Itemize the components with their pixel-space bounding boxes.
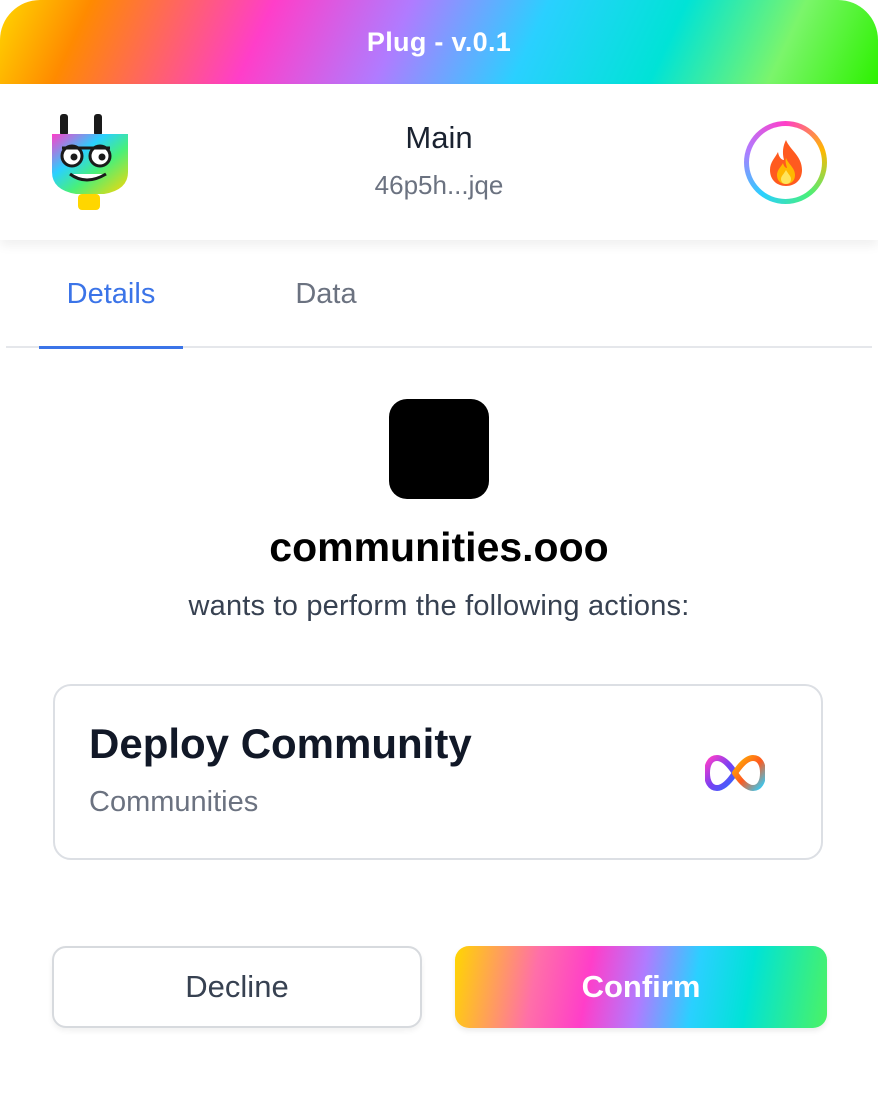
site-icon — [389, 399, 489, 499]
account-header: Main 46p5h...jqe — [0, 84, 878, 240]
action-subtitle: Communities — [89, 786, 259, 818]
action-title: Deploy Community — [89, 720, 472, 767]
confirm-button[interactable]: Confirm — [455, 946, 827, 1028]
avatar[interactable] — [744, 121, 827, 204]
tab-bar: Details Data — [6, 258, 872, 349]
infinity-icon — [705, 754, 765, 792]
window-title: Plug - v.0.1 — [366, 26, 512, 57]
tab-details[interactable]: Details — [39, 278, 183, 349]
action-card: Deploy Community Communities — [53, 684, 823, 860]
fire-emoji-icon — [769, 139, 802, 186]
decline-button[interactable]: Decline — [52, 946, 422, 1028]
plug-window: Plug - v.0.1 Main 46p5h...jqe Details Da… — [0, 0, 878, 1093]
tab-data[interactable]: Data — [254, 278, 398, 346]
avatar-inner — [749, 126, 822, 199]
request-description: wants to perform the following actions: — [188, 590, 690, 622]
title-bar: Plug - v.0.1 — [0, 0, 878, 84]
site-name: communities.ooo — [269, 524, 609, 570]
